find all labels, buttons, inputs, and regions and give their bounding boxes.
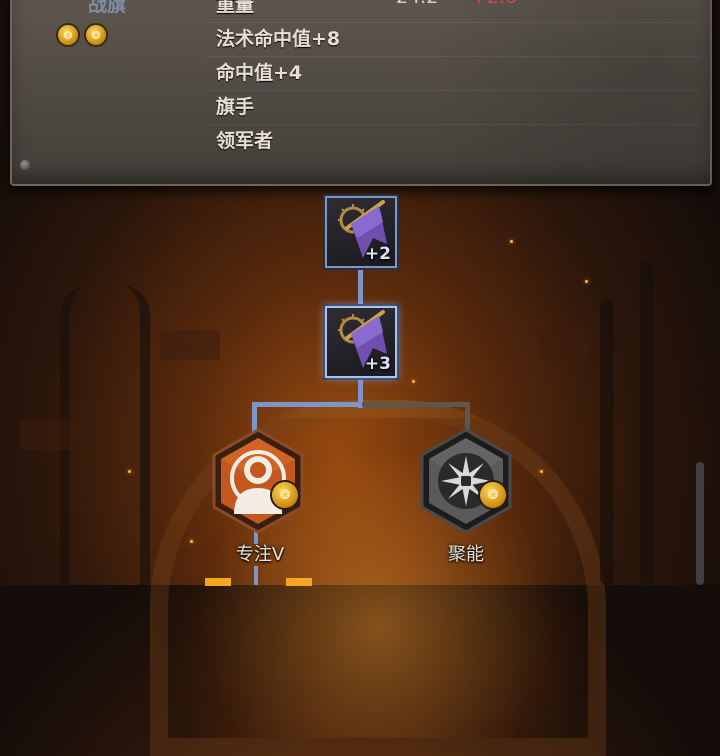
- upgrade-node[interactable]: +2: [327, 198, 395, 266]
- stat-label: 法术命中值+8: [216, 28, 341, 50]
- ember-particle: [540, 470, 543, 473]
- panel-rivet: [20, 160, 30, 170]
- stat-label: 旗手: [216, 96, 255, 118]
- wall-brick: [540, 330, 590, 358]
- gold-gem-icon: ❂: [272, 482, 298, 508]
- wall-brick: [20, 420, 80, 450]
- ember-particle: [510, 240, 513, 243]
- stat-row-weight: 重量 24.2 +2.6: [206, 0, 701, 23]
- item-name: 战旗: [88, 0, 127, 16]
- skill-node-burst[interactable]: ❂: [418, 428, 514, 534]
- scrollbar[interactable]: [696, 462, 704, 585]
- gold-gem-icon: ❂: [480, 482, 506, 508]
- stat-row-spell-hit: 法术命中值+8: [206, 22, 701, 57]
- stat-row-hit: 命中值+4: [206, 56, 701, 91]
- tool-rack-silhouette: [640, 260, 654, 585]
- stat-row-standard-bearer: 旗手: [206, 90, 701, 125]
- stat-row-commander: 领军者: [206, 124, 701, 158]
- skill-node-focus[interactable]: ❂: [210, 428, 306, 534]
- skill-label: 专注V: [235, 544, 285, 565]
- stat-label: 重量: [216, 0, 255, 16]
- tree-connector: [358, 265, 363, 307]
- gold-gem-icon[interactable]: ❂: [58, 25, 78, 45]
- stat-delta: +2.6: [471, 0, 517, 8]
- burst-icon: [438, 453, 494, 509]
- ember-particle: [412, 380, 415, 383]
- gold-gem-icon[interactable]: ❂: [86, 25, 106, 45]
- wall-brick: [160, 330, 220, 360]
- node-level: +2: [364, 244, 391, 264]
- gem-slots: ❂ ❂: [58, 25, 106, 45]
- stat-label: 领军者: [216, 130, 274, 152]
- ember-particle: [585, 280, 588, 283]
- stat-label: 命中值+4: [216, 62, 303, 84]
- ember-particle: [190, 540, 193, 543]
- node-level: +3: [364, 354, 391, 374]
- tree-connector-inactive: [362, 402, 470, 407]
- tool-rack-silhouette: [600, 300, 614, 585]
- focus-person-icon: [230, 450, 286, 514]
- ember-particle: [128, 470, 131, 473]
- skill-label: 聚能: [448, 544, 484, 565]
- item-info-panel: 战旗 ❂ ❂ 重量 24.2 +2.6 法术命中值+8 命中值+4 旗手 领军者: [10, 0, 712, 186]
- upgrade-node-selected[interactable]: +3: [327, 308, 395, 376]
- tree-connector: [252, 402, 362, 407]
- tree-connector: [254, 566, 258, 585]
- stat-value: 24.2: [396, 0, 438, 8]
